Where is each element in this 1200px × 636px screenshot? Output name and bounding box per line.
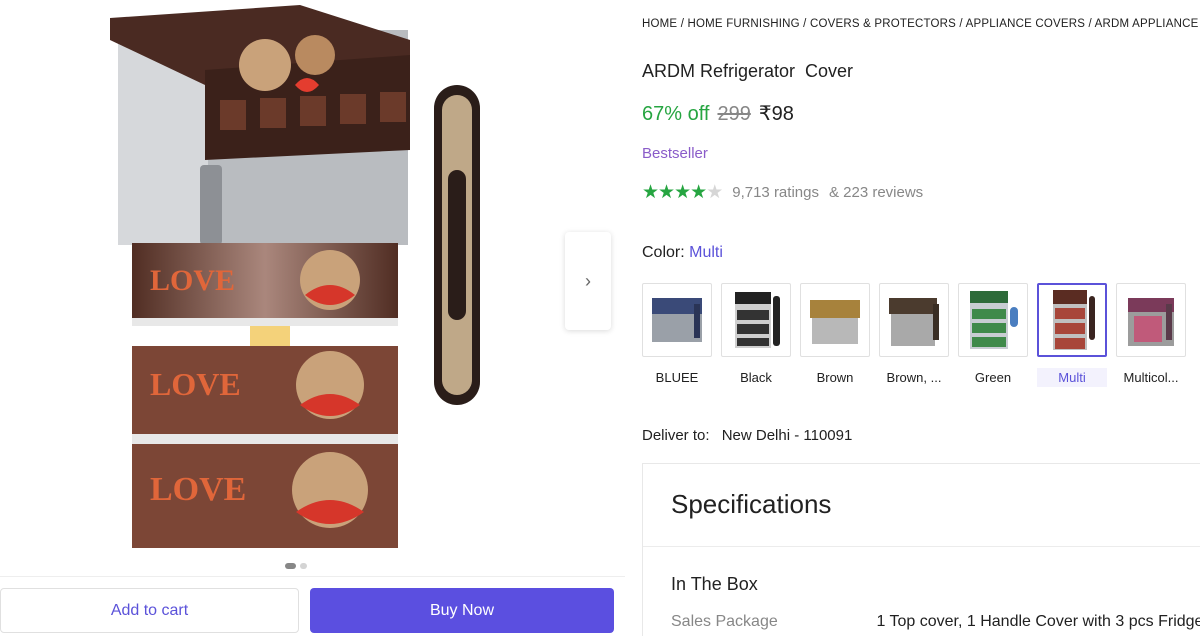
add-to-cart-button[interactable]: Add to cart [0,588,299,633]
delivery-location[interactable]: Deliver to: New Delhi - 110091 [642,427,852,444]
swatch-label: Green [974,370,1012,385]
specifications-panel: Specifications In The Box Sales Package … [642,463,1200,636]
discount-label: 67% off [642,103,710,125]
swatch-label: Black [740,370,772,385]
chevron-right-icon: › [585,270,591,291]
specifications-heading: Specifications [643,464,1200,547]
swatch-label: Multi [1037,368,1107,387]
color-swatch[interactable]: Brown, ... [879,283,949,387]
spec-section-title: In The Box [671,574,758,594]
product-page: LOVE LOVE LOVE › Add to cart Buy Now HOM… [0,0,1200,636]
product-image[interactable]: LOVE LOVE LOVE [100,0,500,556]
product-details: HOME / HOME FURNISHING / COVERS & PROTEC… [642,0,1200,636]
swatch-label: BLUEE [655,370,699,385]
ratings-count: 9,713 ratings [732,184,819,201]
color-selector-label: Color: Multi [642,244,723,262]
spec-key: Sales Package [671,613,778,630]
star-rating: ★★★★★ [642,181,723,204]
mat-print-text: LOVE [150,264,235,297]
original-price: 299 [717,103,751,125]
swatch-image [642,283,712,357]
deliver-label: Deliver to: [642,427,710,444]
pagination-dot[interactable] [285,563,296,569]
color-swatch[interactable]: Green [958,283,1028,387]
product-gallery: LOVE LOVE LOVE › Add to cart Buy Now [0,0,625,636]
color-swatch[interactable]: Brown [800,283,870,387]
color-swatch[interactable]: BLUEE [642,283,712,387]
star-icon: ★ [690,182,707,203]
selling-price: ₹98 [758,103,794,125]
swatch-label: Brown [816,370,854,385]
star-icon: ★ [642,182,659,203]
swatch-image [1116,283,1186,357]
product-title: ARDM Refrigerator Cover [642,61,854,81]
swatch-image [721,283,791,357]
mat-print-text: LOVE [150,471,246,508]
color-swatch[interactable]: Multi [1037,283,1107,387]
reviews-count: & 223 reviews [828,184,924,201]
swatch-label: Multicol... [1123,370,1179,385]
spec-value: 1 Top cover, 1 Handle Cover with 3 pcs F… [876,613,1200,630]
purchase-actions: Add to cart Buy Now [0,576,625,636]
delivery-address: New Delhi - 110091 [721,427,853,444]
breadcrumb-item[interactable]: APPLIANCE COVERS [966,18,1086,30]
breadcrumb-item[interactable]: HOME [642,18,677,30]
next-image-button[interactable]: › [565,232,611,330]
swatch-label: Brown, ... [886,370,942,385]
mat-print-text: LOVE [150,366,241,402]
color-label-text: Color: [642,244,685,261]
breadcrumb-item[interactable]: COVERS & PROTECTORS [810,18,956,30]
rating-row[interactable]: ★★★★★ 9,713 ratings & 223 reviews [642,181,923,204]
color-swatches: BLUEE Black Brown Brown, ... Green Multi… [642,283,1186,387]
swatch-image [1037,283,1107,357]
breadcrumb: HOME / HOME FURNISHING / COVERS & PROTEC… [642,18,1200,30]
color-swatch[interactable]: Multicol... [1116,283,1186,387]
bestseller-badge: Bestseller [642,145,708,162]
spec-row: Sales Package 1 Top cover, 1 Handle Cove… [671,613,1200,631]
pagination-dot[interactable] [300,563,307,569]
star-icon: ★ [674,182,691,203]
selected-color: Multi [689,244,723,261]
star-icon: ★ [658,182,675,203]
swatch-image [800,283,870,357]
image-pagination [285,563,307,569]
buy-now-button[interactable]: Buy Now [310,588,614,633]
breadcrumb-item[interactable]: ARDM APPLIANCE COVE [1095,18,1200,30]
star-empty-icon: ★ [706,182,723,203]
breadcrumb-item[interactable]: HOME FURNISHING [688,18,800,30]
price-row: 67% off 299 ₹98 [642,101,794,126]
color-swatch[interactable]: Black [721,283,791,387]
swatch-image [958,283,1028,357]
swatch-image [879,283,949,357]
